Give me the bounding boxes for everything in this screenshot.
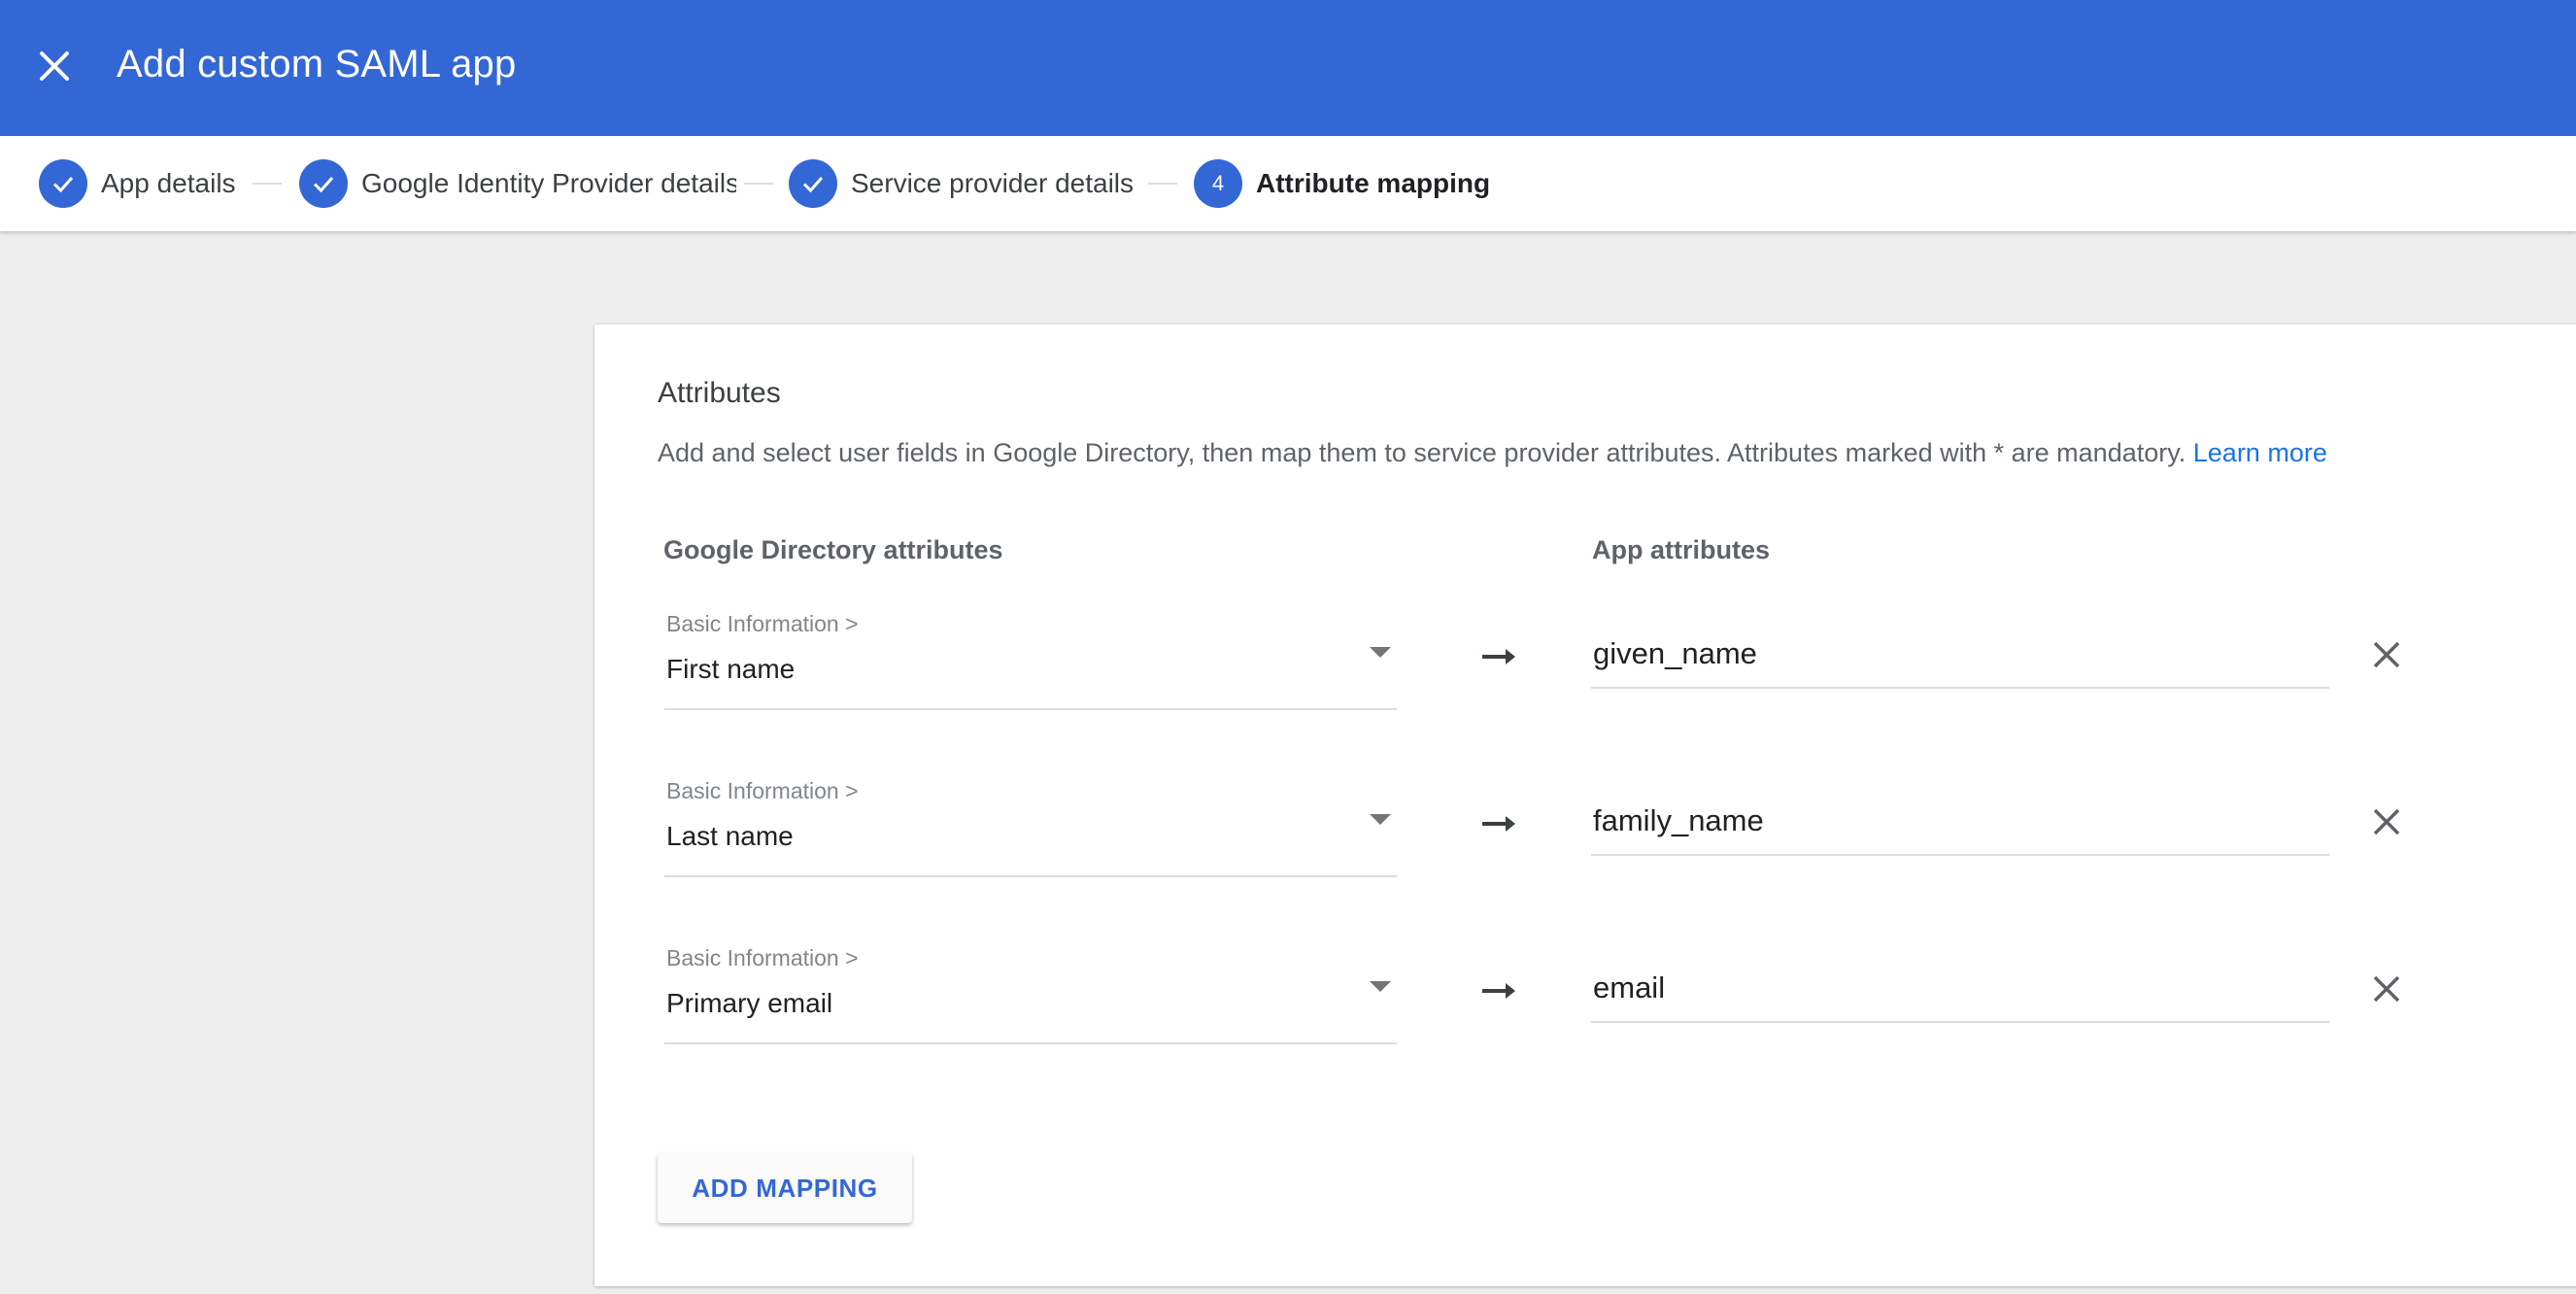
mapping-row: Basic Information > Primary email — [594, 937, 2576, 1054]
close-icon — [2373, 808, 2400, 835]
step-label: App details — [101, 168, 236, 198]
add-mapping-button[interactable]: ADD MAPPING — [658, 1153, 912, 1223]
select-category: Basic Information > — [666, 945, 859, 970]
remove-mapping-button[interactable] — [2362, 630, 2411, 679]
arrow-right-icon — [1482, 649, 1515, 664]
step-google-idp-details[interactable]: Google Identity Provider details — [299, 158, 736, 209]
app-attributes-header: App attributes — [1592, 535, 1771, 564]
check-icon — [39, 159, 87, 208]
attributes-card: Attributes Add and select user fields in… — [594, 324, 2576, 1286]
close-icon — [40, 51, 69, 81]
dropdown-arrow-icon — [1370, 647, 1391, 658]
app-attribute-input[interactable] — [1591, 798, 2329, 856]
dropdown-arrow-icon — [1370, 814, 1391, 825]
mapping-row: Basic Information > First name — [594, 603, 2576, 720]
step-separator — [253, 183, 282, 185]
arrow-right-icon — [1482, 816, 1515, 832]
section-description: Add and select user fields in Google Dir… — [658, 438, 2327, 468]
stepper: App details Google Identity Provider det… — [0, 136, 2576, 231]
check-icon — [299, 159, 348, 208]
section-title: Attributes — [658, 377, 781, 409]
mapping-row: Basic Information > Last name — [594, 770, 2576, 887]
step-separator — [1148, 183, 1177, 185]
step-label: Service provider details — [851, 168, 1135, 198]
page-title: Add custom SAML app — [117, 43, 517, 85]
remove-mapping-button[interactable] — [2362, 965, 2411, 1013]
close-icon — [2373, 975, 2400, 1003]
step-service-provider-details[interactable]: Service provider details — [789, 158, 1134, 209]
arrow-right-icon — [1482, 983, 1515, 999]
step-attribute-mapping[interactable]: 4 Attribute mapping — [1194, 158, 1490, 209]
app-attribute-input[interactable] — [1591, 965, 2329, 1023]
step-number: 4 — [1194, 159, 1242, 208]
step-label: Google Identity Provider details — [361, 168, 736, 198]
top-app-bar: Add custom SAML app — [0, 0, 2576, 136]
check-icon — [789, 159, 837, 208]
step-separator — [744, 183, 773, 185]
learn-more-link[interactable]: Learn more — [2193, 438, 2327, 467]
directory-attribute-select[interactable]: Basic Information > Last name — [664, 770, 1397, 877]
select-category: Basic Information > — [666, 611, 859, 636]
dropdown-arrow-icon — [1370, 981, 1391, 992]
description-text: Add and select user fields in Google Dir… — [658, 438, 2186, 467]
directory-attributes-header: Google Directory attributes — [663, 535, 1003, 564]
app-attribute-input[interactable] — [1591, 630, 2329, 689]
close-button[interactable] — [31, 37, 78, 95]
step-label: Attribute mapping — [1256, 168, 1491, 198]
directory-attribute-select[interactable]: Basic Information > First name — [664, 603, 1397, 710]
step-app-details[interactable]: App details — [39, 158, 236, 209]
directory-attribute-select[interactable]: Basic Information > Primary email — [664, 937, 1397, 1044]
select-value: Primary email — [666, 988, 833, 1018]
remove-mapping-button[interactable] — [2362, 798, 2411, 846]
select-value: First name — [666, 654, 796, 684]
select-value: Last name — [666, 821, 794, 851]
close-icon — [2373, 641, 2400, 668]
select-category: Basic Information > — [666, 778, 859, 803]
